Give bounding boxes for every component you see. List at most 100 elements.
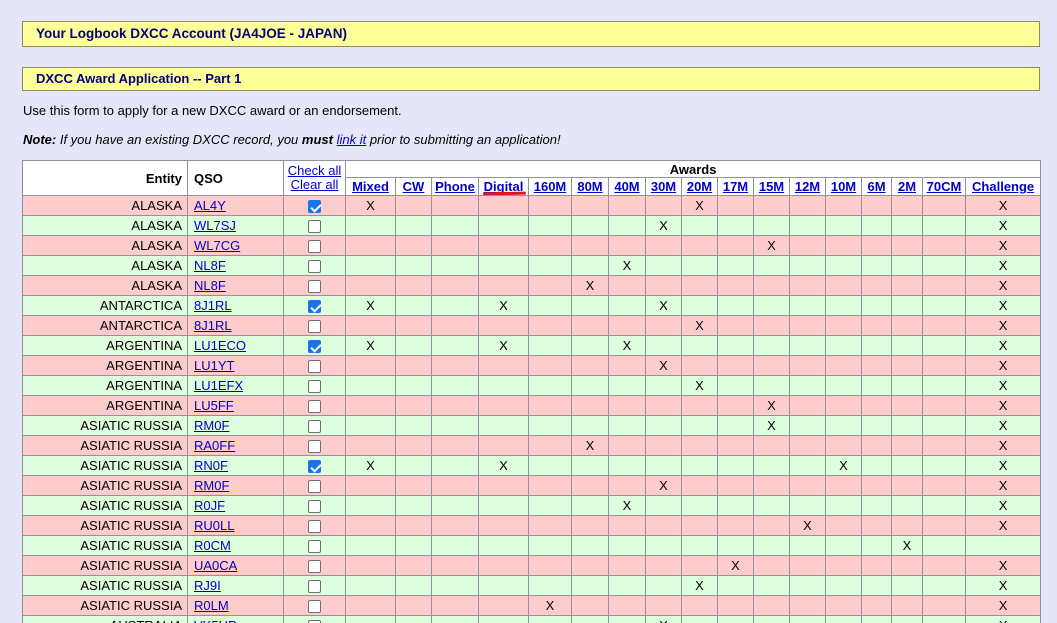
band-header-link-6m[interactable]: 6M — [867, 179, 885, 194]
row-checkbox[interactable] — [308, 400, 321, 414]
award-mark-cell — [789, 575, 826, 596]
qso-callsign-link[interactable]: RU0LL — [194, 518, 234, 533]
row-checkbox[interactable] — [308, 560, 321, 574]
row-checkbox[interactable] — [308, 480, 321, 494]
award-mark-cell: X — [645, 215, 682, 236]
band-header-link-12m[interactable]: 12M — [795, 179, 820, 194]
award-mark-cell — [571, 495, 609, 516]
award-mark-cell — [753, 455, 790, 476]
band-header-link-20m[interactable]: 20M — [687, 179, 712, 194]
award-mark-cell — [753, 195, 790, 216]
qso-callsign-link[interactable]: NL8F — [194, 258, 226, 273]
entity-cell: ASIATIC RUSSIA — [22, 575, 188, 596]
link-it-link[interactable]: link it — [337, 132, 367, 147]
qso-callsign-link[interactable]: WL7SJ — [194, 218, 236, 233]
qso-callsign-link[interactable]: RJ9I — [194, 578, 221, 593]
award-mark-cell — [922, 395, 966, 416]
qso-cell: R0JF — [187, 495, 284, 516]
award-mark-cell: X — [891, 535, 923, 556]
checkbox-cell — [283, 215, 346, 236]
qso-cell: UA0CA — [187, 555, 284, 576]
band-header-link-10m[interactable]: 10M — [831, 179, 856, 194]
row-checkbox[interactable] — [308, 280, 321, 294]
award-mark-cell — [528, 555, 572, 576]
check-all-link[interactable]: Check all — [288, 163, 341, 178]
qso-callsign-link[interactable]: AL4Y — [194, 198, 226, 213]
band-header-link-40m[interactable]: 40M — [614, 179, 639, 194]
qso-callsign-link[interactable]: RA0FF — [194, 438, 235, 453]
award-mark-cell — [861, 515, 892, 536]
qso-callsign-link[interactable]: LU1YT — [194, 358, 234, 373]
qso-callsign-link[interactable]: R0CM — [194, 538, 231, 553]
row-checkbox[interactable] — [308, 420, 321, 434]
entity-cell: ASIATIC RUSSIA — [22, 435, 188, 456]
qso-callsign-link[interactable]: 8J1RL — [194, 318, 232, 333]
band-header-link-2m[interactable]: 2M — [898, 179, 916, 194]
clear-all-link[interactable]: Clear all — [291, 177, 339, 192]
band-header-link-mixed[interactable]: Mixed — [352, 179, 389, 194]
award-mark-cell — [789, 535, 826, 556]
qso-callsign-link[interactable]: RM0F — [194, 478, 229, 493]
awards-header-row: Entity QSO Check all Clear all Awards — [22, 160, 1042, 196]
row-checkbox[interactable] — [308, 360, 321, 374]
award-mark-cell — [395, 515, 432, 536]
award-mark-cell — [528, 535, 572, 556]
band-header-link-30m[interactable]: 30M — [651, 179, 676, 194]
row-checkbox[interactable] — [308, 200, 321, 214]
award-mark-cell — [717, 395, 754, 416]
award-mark-cell — [478, 515, 529, 536]
award-mark-cell — [717, 315, 754, 336]
award-mark-cell — [395, 215, 432, 236]
row-checkbox[interactable] — [308, 340, 321, 354]
qso-callsign-link[interactable]: 8J1RL — [194, 298, 232, 313]
row-checkbox[interactable] — [308, 500, 321, 514]
award-mark-cell — [608, 455, 646, 476]
band-header-link-challenge[interactable]: Challenge — [972, 179, 1034, 194]
checkbox-cell — [283, 555, 346, 576]
award-mark-cell — [431, 475, 479, 496]
row-checkbox[interactable] — [308, 520, 321, 534]
row-checkbox[interactable] — [308, 220, 321, 234]
award-mark-cell — [528, 575, 572, 596]
qso-callsign-link[interactable]: LU1ECO — [194, 338, 246, 353]
award-mark-cell — [528, 395, 572, 416]
qso-callsign-link[interactable]: R0JF — [194, 498, 225, 513]
band-header-link-70cm[interactable]: 70CM — [927, 179, 962, 194]
row-checkbox[interactable] — [308, 260, 321, 274]
qso-callsign-link[interactable]: RM0F — [194, 418, 229, 433]
qso-cell: 8J1RL — [187, 295, 284, 316]
qso-callsign-link[interactable]: R0LM — [194, 598, 229, 613]
checkbox-cell — [283, 495, 346, 516]
row-checkbox[interactable] — [308, 600, 321, 614]
row-checkbox[interactable] — [308, 320, 321, 334]
table-row: ALASKA NL8F X X — [22, 275, 1042, 296]
qso-callsign-link[interactable]: LU1EFX — [194, 378, 243, 393]
band-header-link-15m[interactable]: 15M — [759, 179, 784, 194]
award-mark-cell — [717, 195, 754, 216]
band-header-link-80m[interactable]: 80M — [577, 179, 602, 194]
qso-callsign-link[interactable]: WL7CG — [194, 238, 240, 253]
band-column-header: 2M — [891, 177, 923, 196]
award-mark-cell — [431, 335, 479, 356]
qso-callsign-link[interactable]: NL8F — [194, 278, 226, 293]
table-row: ALASKA AL4Y X X X — [22, 195, 1042, 216]
award-mark-cell — [608, 595, 646, 616]
row-checkbox[interactable] — [308, 240, 321, 254]
row-checkbox[interactable] — [308, 300, 321, 314]
band-header-link-phone[interactable]: Phone — [435, 179, 475, 194]
award-mark-cell — [571, 455, 609, 476]
qso-callsign-link[interactable]: VK5UP — [194, 618, 237, 623]
qso-callsign-link[interactable]: RN0F — [194, 458, 228, 473]
row-checkbox[interactable] — [308, 580, 321, 594]
row-checkbox[interactable] — [308, 460, 321, 474]
row-checkbox[interactable] — [308, 540, 321, 554]
band-header-link-160m[interactable]: 160M — [534, 179, 567, 194]
qso-callsign-link[interactable]: UA0CA — [194, 558, 237, 573]
row-checkbox[interactable] — [308, 440, 321, 454]
band-header-link-cw[interactable]: CW — [403, 179, 425, 194]
qso-callsign-link[interactable]: LU5FF — [194, 398, 234, 413]
award-mark-cell — [861, 395, 892, 416]
award-mark-cell — [861, 435, 892, 456]
band-header-link-17m[interactable]: 17M — [723, 179, 748, 194]
row-checkbox[interactable] — [308, 380, 321, 394]
